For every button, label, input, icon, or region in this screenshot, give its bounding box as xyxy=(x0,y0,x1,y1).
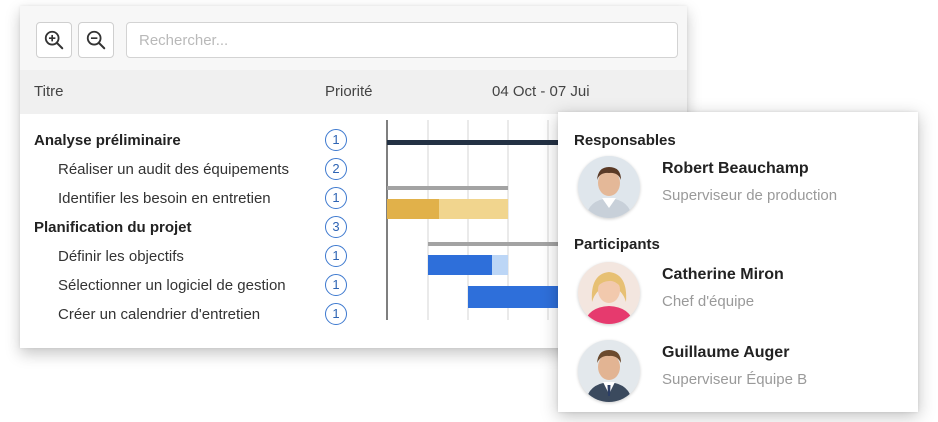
person-guillaume-auger[interactable]: Guillaume Auger Superviseur Équipe B xyxy=(578,340,908,404)
people-popover: Responsables Robert Beauchamp Superviseu… xyxy=(558,112,918,412)
task-title: Créer un calendrier d'entretien xyxy=(58,306,261,323)
toolbar xyxy=(20,6,687,70)
column-header: Titre Priorité 04 Oct - 07 Jui xyxy=(20,70,687,114)
priority-badge: 1 xyxy=(325,303,347,325)
person-name: Guillaume Auger xyxy=(662,344,790,361)
priority-badge: 1 xyxy=(325,274,347,296)
summary-bar-audit[interactable] xyxy=(387,186,508,190)
task-title: Planification du projet xyxy=(34,219,192,236)
task-bar-objectifs-progress[interactable] xyxy=(428,255,492,275)
avatar xyxy=(578,262,640,324)
responsables-heading: Responsables xyxy=(574,132,676,149)
zoom-out-button[interactable] xyxy=(78,22,114,58)
task-title: Identifier les besoin en entretien xyxy=(58,190,271,207)
task-title: Définir les objectifs xyxy=(58,248,184,265)
priority-badge: 1 xyxy=(325,187,347,209)
zoom-out-icon xyxy=(86,30,106,50)
column-timeline: 04 Oct - 07 Jui xyxy=(492,83,590,100)
search-input[interactable] xyxy=(126,22,678,58)
zoom-in-button[interactable] xyxy=(36,22,72,58)
zoom-in-icon xyxy=(44,30,64,50)
person-name: Catherine Miron xyxy=(662,266,784,283)
avatar xyxy=(578,156,640,218)
priority-badge: 3 xyxy=(325,216,347,238)
column-priority[interactable]: Priorité xyxy=(325,83,373,100)
column-title[interactable]: Titre xyxy=(34,83,63,100)
person-robert-beauchamp[interactable]: Robert Beauchamp Superviseur de producti… xyxy=(578,156,908,220)
person-role: Superviseur de production xyxy=(662,187,838,204)
task-title: Sélectionner un logiciel de gestion xyxy=(58,277,286,294)
person-catherine-miron[interactable]: Catherine Miron Chef d'équipe xyxy=(578,262,908,326)
priority-badge: 1 xyxy=(325,245,347,267)
person-role: Superviseur Équipe B xyxy=(662,371,808,388)
avatar xyxy=(578,340,640,402)
person-name: Robert Beauchamp xyxy=(662,160,809,177)
priority-badge: 2 xyxy=(325,158,347,180)
task-bar-besoins-progress[interactable] xyxy=(387,199,439,219)
task-title: Analyse préliminaire xyxy=(34,132,181,149)
person-role: Chef d'équipe xyxy=(662,293,755,310)
priority-badge: 1 xyxy=(325,129,347,151)
task-title: Réaliser un audit des équipements xyxy=(58,161,289,178)
participants-heading: Participants xyxy=(574,236,660,253)
